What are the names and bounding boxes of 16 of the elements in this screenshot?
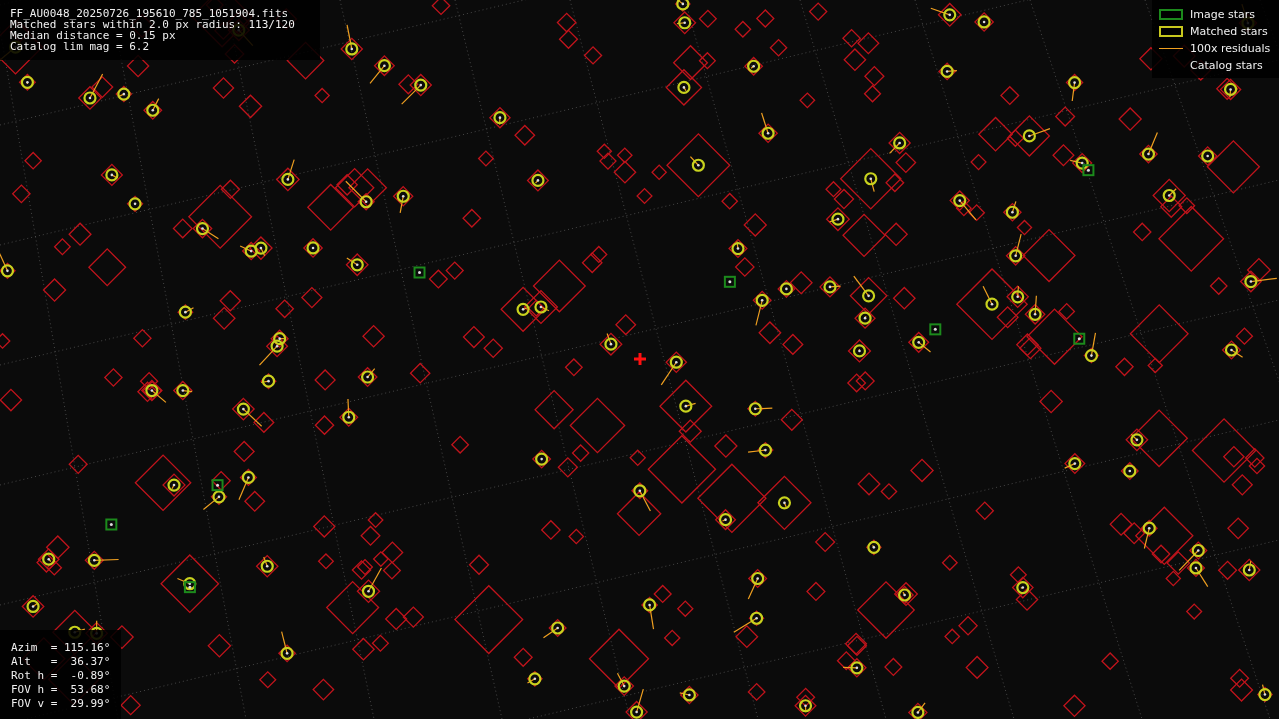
image-star-swatch-icon bbox=[1158, 9, 1183, 20]
legend-label: Catalog stars bbox=[1190, 58, 1263, 74]
info-text: Catalog lim mag = 6.2 bbox=[10, 41, 151, 52]
line-swatch-icon bbox=[1158, 48, 1183, 49]
matched-star-swatch-icon bbox=[1158, 26, 1183, 37]
legend-label: Image stars bbox=[1190, 7, 1255, 23]
pointing-text: FOV v = 29.99° bbox=[11, 697, 111, 711]
pointing-text: Azim = 115.16° bbox=[11, 641, 111, 655]
info-text: Median distance = 0.15 px bbox=[10, 30, 176, 41]
pointing-text: Rot h = -0.89° bbox=[11, 669, 111, 683]
pointing-text: Alt = 36.37° bbox=[11, 655, 111, 669]
legend-label: 100x residuals bbox=[1190, 41, 1271, 57]
pointing-text: FOV h = 53.68° bbox=[11, 683, 111, 697]
legend-label: Matched stars bbox=[1190, 24, 1268, 40]
info-text: Matched stars within 2.0 px radius: 113/120 bbox=[10, 19, 296, 30]
info-text: FF_AU0048_20250726_195610_785_1051904.fits bbox=[10, 8, 290, 19]
